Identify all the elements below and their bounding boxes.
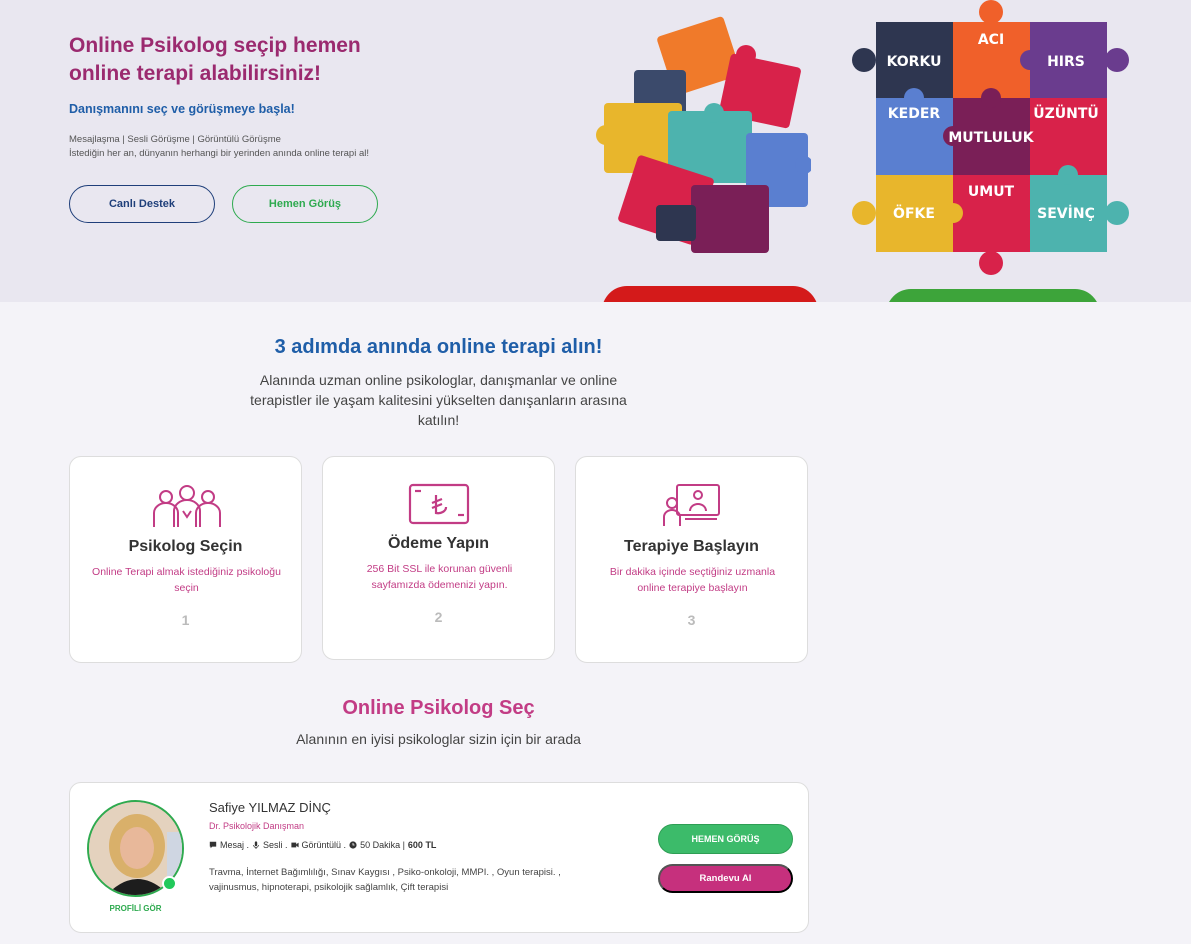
appointment-button[interactable]: Randevu Al [658,864,793,893]
specialty-tags: Travma, İnternet Bağımlılığı, Sınav Kayg… [209,867,561,893]
step-number: 1 [181,612,190,628]
puzzle-word: KEDER [888,106,941,122]
message-icon [209,841,217,849]
psychologist-card: PROFİLİ GÖR Safiye YILMAZ DİNÇ Dr. Psiko… [69,782,809,933]
step-title: Terapiye Başlayın [624,538,759,555]
lira-card-icon [408,483,470,525]
meet-now-button[interactable]: HEMEN GÖRÜŞ [658,824,793,854]
hero-title: Online Psikolog seçip hemen online terap… [69,34,361,85]
psychologist-section-subtitle: Alanının en iyisi psikologlar sizin için… [296,731,581,747]
puzzle-word: ÜZÜNTÜ [1033,104,1099,122]
step-card-start: Terapiye Başlayın Bir dakika içinde seçt… [575,456,808,663]
psychologist-name[interactable]: Safiye YILMAZ DİNÇ [209,800,331,815]
emotion-puzzle-illustration: KORKU ACI HIRS KEDER MUTLULUK ÜZÜNTÜ ÖFK… [852,0,1129,275]
view-profile-link[interactable]: PROFİLİ GÖR [87,904,184,913]
puzzle-word: HIRS [1047,54,1085,70]
psychologist-section-title: Online Psikolog Seç [342,697,535,719]
online-status-dot [162,876,177,891]
puzzle-word: MUTLULUK [948,130,1034,146]
step-number: 2 [434,609,443,625]
step-title: Psikolog Seçin [128,538,243,555]
meta-duration: 50 Dakika | [360,840,405,850]
puzzle-word: UMUT [968,184,1015,200]
green-cta-shape [886,289,1100,302]
step-card-choose: Psikolog Seçin Online Terapi almak isted… [69,456,302,663]
step-title: Ödeme Yapın [387,535,490,552]
puzzle-pieces-illustration [596,16,811,253]
microphone-icon [253,841,259,849]
session-meta: Mesaj . Sesli . Görüntülü . 50 Dakika | … [209,840,436,850]
puzzle-word: KORKU [887,54,942,70]
meet-now-button[interactable]: Hemen Görüş [232,185,378,223]
psychologist-title: Dr. Psikolojik Danışman [209,821,305,831]
hero-desc-line2: İstediğin her an, dünyanın herhangi bir … [69,148,369,159]
puzzle-word: ÖFKE [893,204,935,222]
hero-subtitle: Danışmanını seç ve görüşmeye başla! [69,102,295,116]
video-session-icon [663,484,720,526]
step-description: Online Terapi almak istediğiniz psikoloğ… [92,566,281,594]
step-description: Bir dakika içinde seçtiğiniz uzmanla onl… [609,566,776,594]
step-card-pay: Ödeme Yapın 256 Bit SSL ile korunan güve… [322,456,555,660]
red-cta-shape [602,286,818,302]
step-number: 3 [687,612,696,628]
clock-icon [349,841,357,849]
hero-desc-line1: Mesajlaşma | Sesli Görüşme | Görüntülü G… [69,134,281,145]
steps-description: Alanında uzman online psikologlar, danış… [250,372,627,428]
puzzle-word: SEVİNÇ [1037,205,1095,222]
meta-voice: Sesli . [263,840,288,850]
hero-banner: Online Psikolog seçip hemen online terap… [0,0,1191,302]
hero-description: Mesajlaşma | Sesli Görüşme | Görüntülü G… [69,133,369,161]
live-support-button[interactable]: Canlı Destek [69,185,215,223]
meta-message: Mesaj . [220,840,250,850]
video-camera-icon [290,842,299,848]
puzzle-word: ACI [978,32,1004,48]
group-icon [153,485,221,527]
meta-video: Görüntülü . [301,840,347,850]
step-description: 256 Bit SSL ile korunan güvenli sayfamız… [366,563,513,591]
steps-title: 3 adımda anında online terapi alın! [274,336,603,358]
session-price: 600 TL [407,840,437,850]
